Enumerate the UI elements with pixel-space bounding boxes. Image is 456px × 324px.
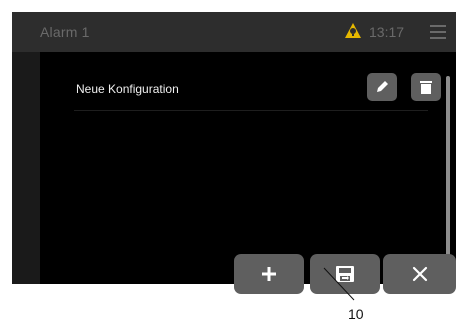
callout-number: 10 xyxy=(348,306,364,322)
callout-leader-line xyxy=(323,267,355,301)
